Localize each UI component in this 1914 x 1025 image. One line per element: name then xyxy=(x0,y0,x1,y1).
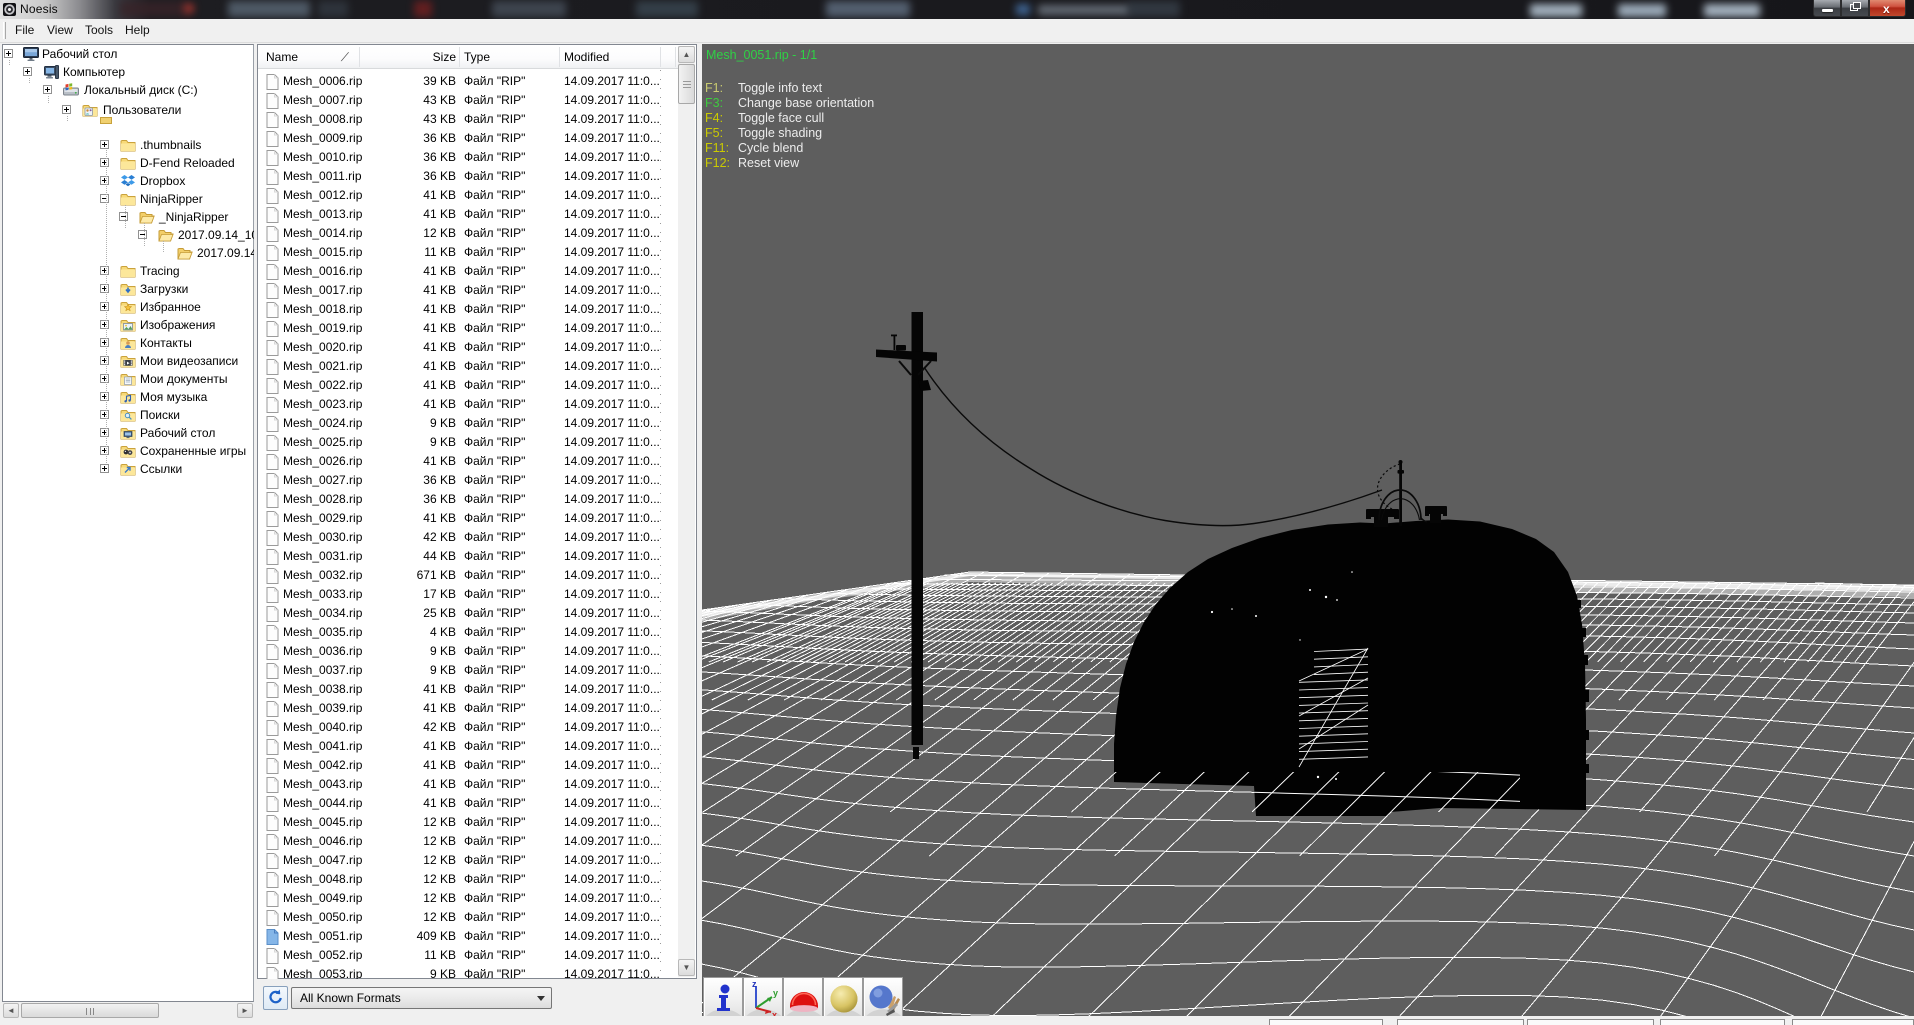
svg-text:z: z xyxy=(752,979,757,989)
svg-text:y: y xyxy=(773,988,778,998)
